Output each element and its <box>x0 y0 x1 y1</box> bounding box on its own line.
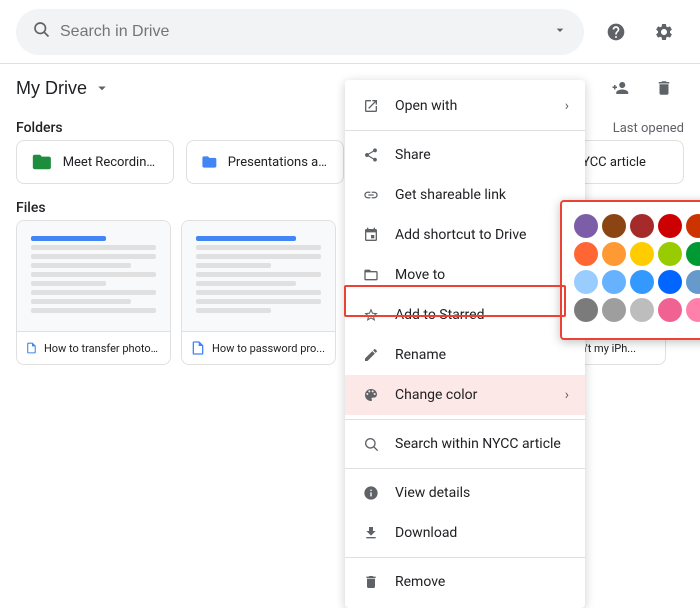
header-icons <box>596 12 684 52</box>
folders-label: Folders <box>16 120 63 136</box>
color-swatch[interactable] <box>686 242 700 266</box>
color-swatch[interactable] <box>658 242 682 266</box>
menu-divider <box>345 130 585 131</box>
menu-item-view-details[interactable]: View details <box>345 473 585 513</box>
menu-item-rename[interactable]: Rename <box>345 335 585 375</box>
menu-label: Add shortcut to Drive <box>395 227 526 243</box>
menu-label: Rename <box>395 347 446 363</box>
menu-label: Open with <box>395 98 457 114</box>
menu-label: Get shareable link <box>395 187 506 203</box>
file-preview <box>182 221 335 331</box>
color-row <box>574 270 700 294</box>
color-picker <box>560 200 700 340</box>
color-swatch[interactable] <box>602 242 626 266</box>
color-swatch[interactable] <box>686 270 700 294</box>
open-with-icon <box>361 96 381 116</box>
color-swatch[interactable] <box>574 298 598 322</box>
menu-item-shortcut[interactable]: Add shortcut to Drive ? <box>345 215 585 255</box>
folder-name: Meet Recordings <box>63 155 159 170</box>
menu-label: Search within NYCC article <box>395 436 561 452</box>
color-swatch[interactable] <box>630 242 654 266</box>
folder-name: Presentations and Se... <box>228 155 329 170</box>
help-button[interactable] <box>596 12 636 52</box>
menu-label: Download <box>395 525 457 541</box>
menu-divider <box>345 557 585 558</box>
color-swatch[interactable] <box>658 270 682 294</box>
file-info: How to transfer photos to th... <box>17 331 170 364</box>
search-bar <box>16 9 584 55</box>
color-swatch[interactable] <box>630 298 654 322</box>
file-card[interactable]: How to transfer photos to th... <box>16 220 171 365</box>
menu-item-search-within[interactable]: Search within NYCC article <box>345 424 585 464</box>
remove-icon <box>361 572 381 592</box>
menu-item-open-with[interactable]: Open with › <box>345 86 585 126</box>
file-info: How to password pro... <box>182 331 335 364</box>
menu-label: Move to <box>395 267 445 283</box>
share-icon <box>361 145 381 165</box>
file-card[interactable]: How to password pro... <box>181 220 336 365</box>
rename-icon <box>361 345 381 365</box>
menu-label: Share <box>395 147 431 163</box>
menu-divider <box>345 468 585 469</box>
doc-icon <box>190 340 206 356</box>
submenu-arrow: › <box>565 98 569 114</box>
link-icon <box>361 185 381 205</box>
color-swatch[interactable] <box>602 270 626 294</box>
color-row <box>574 242 700 266</box>
folder-icon <box>31 151 53 173</box>
menu-item-share[interactable]: Share <box>345 135 585 175</box>
context-menu: Open with › Share Get shareable link Add… <box>345 80 585 608</box>
my-drive-label: My Drive <box>16 78 87 99</box>
add-person-button[interactable] <box>600 68 640 108</box>
last-opened-label: Last opened <box>613 121 684 136</box>
file-preview <box>17 221 170 331</box>
file-name: How to password pro... <box>212 342 325 355</box>
color-swatch[interactable] <box>574 214 598 238</box>
color-row <box>574 214 700 238</box>
header <box>0 0 700 64</box>
folder-icon <box>201 151 218 173</box>
color-swatch[interactable] <box>630 270 654 294</box>
shortcut-icon <box>361 225 381 245</box>
files-label: Files <box>16 200 46 216</box>
folder-item[interactable]: Meet Recordings <box>16 140 174 184</box>
submenu-arrow: › <box>565 387 569 403</box>
trash-button[interactable] <box>644 68 684 108</box>
search-dropdown-icon[interactable] <box>552 22 568 42</box>
doc-icon <box>25 340 38 356</box>
download-icon <box>361 523 381 543</box>
file-name: How to transfer photos to th... <box>44 342 162 355</box>
color-swatch[interactable] <box>602 298 626 322</box>
menu-item-move[interactable]: Move to <box>345 255 585 295</box>
color-swatch[interactable] <box>574 242 598 266</box>
color-swatch[interactable] <box>686 298 700 322</box>
menu-item-remove[interactable]: Remove <box>345 562 585 602</box>
menu-divider <box>345 419 585 420</box>
color-swatch[interactable] <box>630 214 654 238</box>
folder-item[interactable]: Presentations and Se... <box>186 140 344 184</box>
details-icon <box>361 483 381 503</box>
color-row <box>574 298 700 322</box>
my-drive-button[interactable]: My Drive <box>16 78 111 99</box>
star-icon <box>361 305 381 325</box>
menu-label: Remove <box>395 574 445 590</box>
menu-item-starred[interactable]: Add to Starred <box>345 295 585 335</box>
color-swatch[interactable] <box>658 214 682 238</box>
color-swatch[interactable] <box>602 214 626 238</box>
search-within-icon <box>361 434 381 454</box>
menu-label: View details <box>395 485 470 501</box>
color-swatch[interactable] <box>686 214 700 238</box>
move-icon <box>361 265 381 285</box>
menu-label: Add to Starred <box>395 307 484 323</box>
settings-button[interactable] <box>644 12 684 52</box>
menu-item-get-link[interactable]: Get shareable link <box>345 175 585 215</box>
search-icon <box>32 20 50 43</box>
color-swatch[interactable] <box>658 298 682 322</box>
menu-item-download[interactable]: Download <box>345 513 585 553</box>
menu-item-change-color[interactable]: Change color › <box>345 375 585 415</box>
search-input[interactable] <box>60 23 542 41</box>
color-swatch[interactable] <box>574 270 598 294</box>
color-icon <box>361 385 381 405</box>
menu-label: Change color <box>395 387 477 403</box>
